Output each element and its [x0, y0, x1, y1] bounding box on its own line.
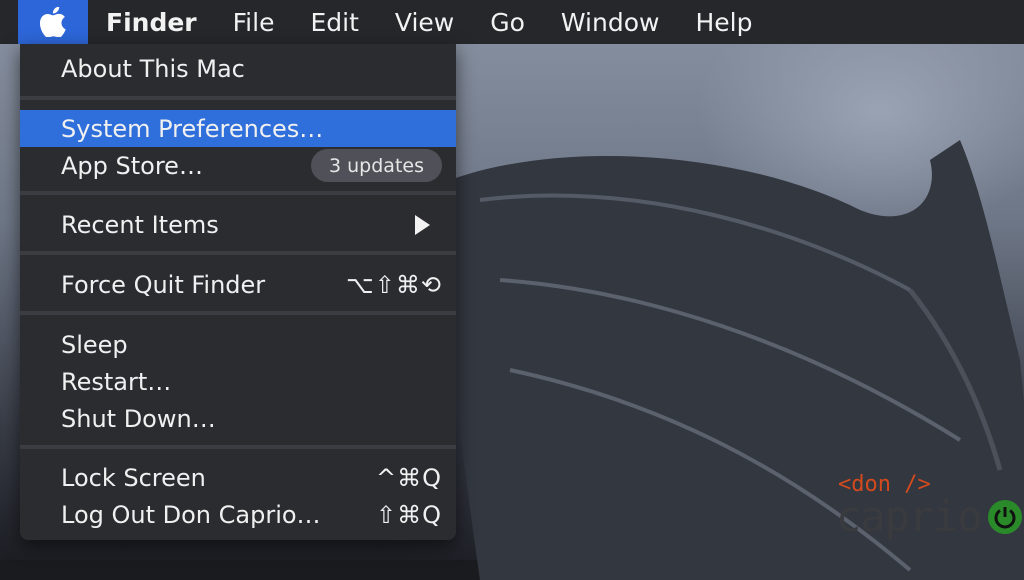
menu-item-log-out[interactable]: Log Out Don Caprio… ⇧⌘Q	[20, 496, 456, 533]
updates-badge: 3 updates	[311, 149, 442, 182]
submenu-arrow-icon	[415, 214, 430, 235]
menu-item-label: Log Out Don Caprio…	[61, 500, 321, 529]
menubar-window[interactable]: Window	[543, 0, 678, 44]
menu-item-sleep[interactable]: Sleep	[20, 326, 456, 363]
menu-item-lock-screen[interactable]: Lock Screen ^⌘Q	[20, 459, 456, 496]
keyboard-shortcut: ⇧⌘Q	[376, 500, 442, 529]
menu-item-restart[interactable]: Restart…	[20, 363, 456, 400]
menu-item-label: Lock Screen	[61, 463, 206, 492]
keyboard-shortcut: ⌥⇧⌘⟲	[346, 270, 442, 299]
menubar-edit[interactable]: Edit	[292, 0, 376, 44]
menu-item-label: Sleep	[61, 330, 128, 359]
menu-item-label: About This Mac	[61, 54, 245, 83]
menubar-help[interactable]: Help	[677, 0, 770, 44]
menu-item-force-quit-finder[interactable]: Force Quit Finder ⌥⇧⌘⟲	[20, 266, 456, 303]
menu-item-label: App Store…	[61, 151, 203, 180]
menu-item-label: Force Quit Finder	[61, 270, 266, 299]
menu-separator	[20, 445, 456, 449]
menu-item-label: Recent Items	[61, 210, 219, 239]
menubar-go[interactable]: Go	[472, 0, 543, 44]
menu-separator	[20, 96, 456, 100]
menubar-finder[interactable]: Finder	[88, 0, 215, 44]
menu-separator	[20, 311, 456, 315]
menu-item-recent-items[interactable]: Recent Items	[20, 206, 456, 243]
apple-logo-icon	[40, 7, 66, 37]
menu-separator	[20, 191, 456, 195]
menu-separator	[20, 251, 456, 255]
menubar-view[interactable]: View	[377, 0, 472, 44]
menu-item-label: System Preferences…	[61, 114, 324, 143]
watermark-logo: <don /> caprio	[836, 472, 1022, 544]
menu-bar: Finder File Edit View Go Window Help	[0, 0, 1024, 44]
power-icon	[988, 500, 1022, 534]
menu-item-label: Restart…	[61, 367, 172, 396]
menu-item-shut-down[interactable]: Shut Down…	[20, 400, 456, 437]
menu-item-app-store[interactable]: App Store… 3 updates	[20, 147, 456, 184]
menubar-file[interactable]: File	[215, 0, 293, 44]
apple-menu-button[interactable]	[18, 0, 88, 44]
menu-item-system-preferences[interactable]: System Preferences…	[20, 110, 456, 147]
keyboard-shortcut: ^⌘Q	[376, 463, 442, 492]
menu-item-label: Shut Down…	[61, 404, 216, 433]
apple-dropdown-menu: About This Mac System Preferences… App S…	[20, 44, 456, 540]
watermark-name-text: caprio	[836, 492, 983, 541]
menu-item-about-this-mac[interactable]: About This Mac	[20, 50, 456, 87]
